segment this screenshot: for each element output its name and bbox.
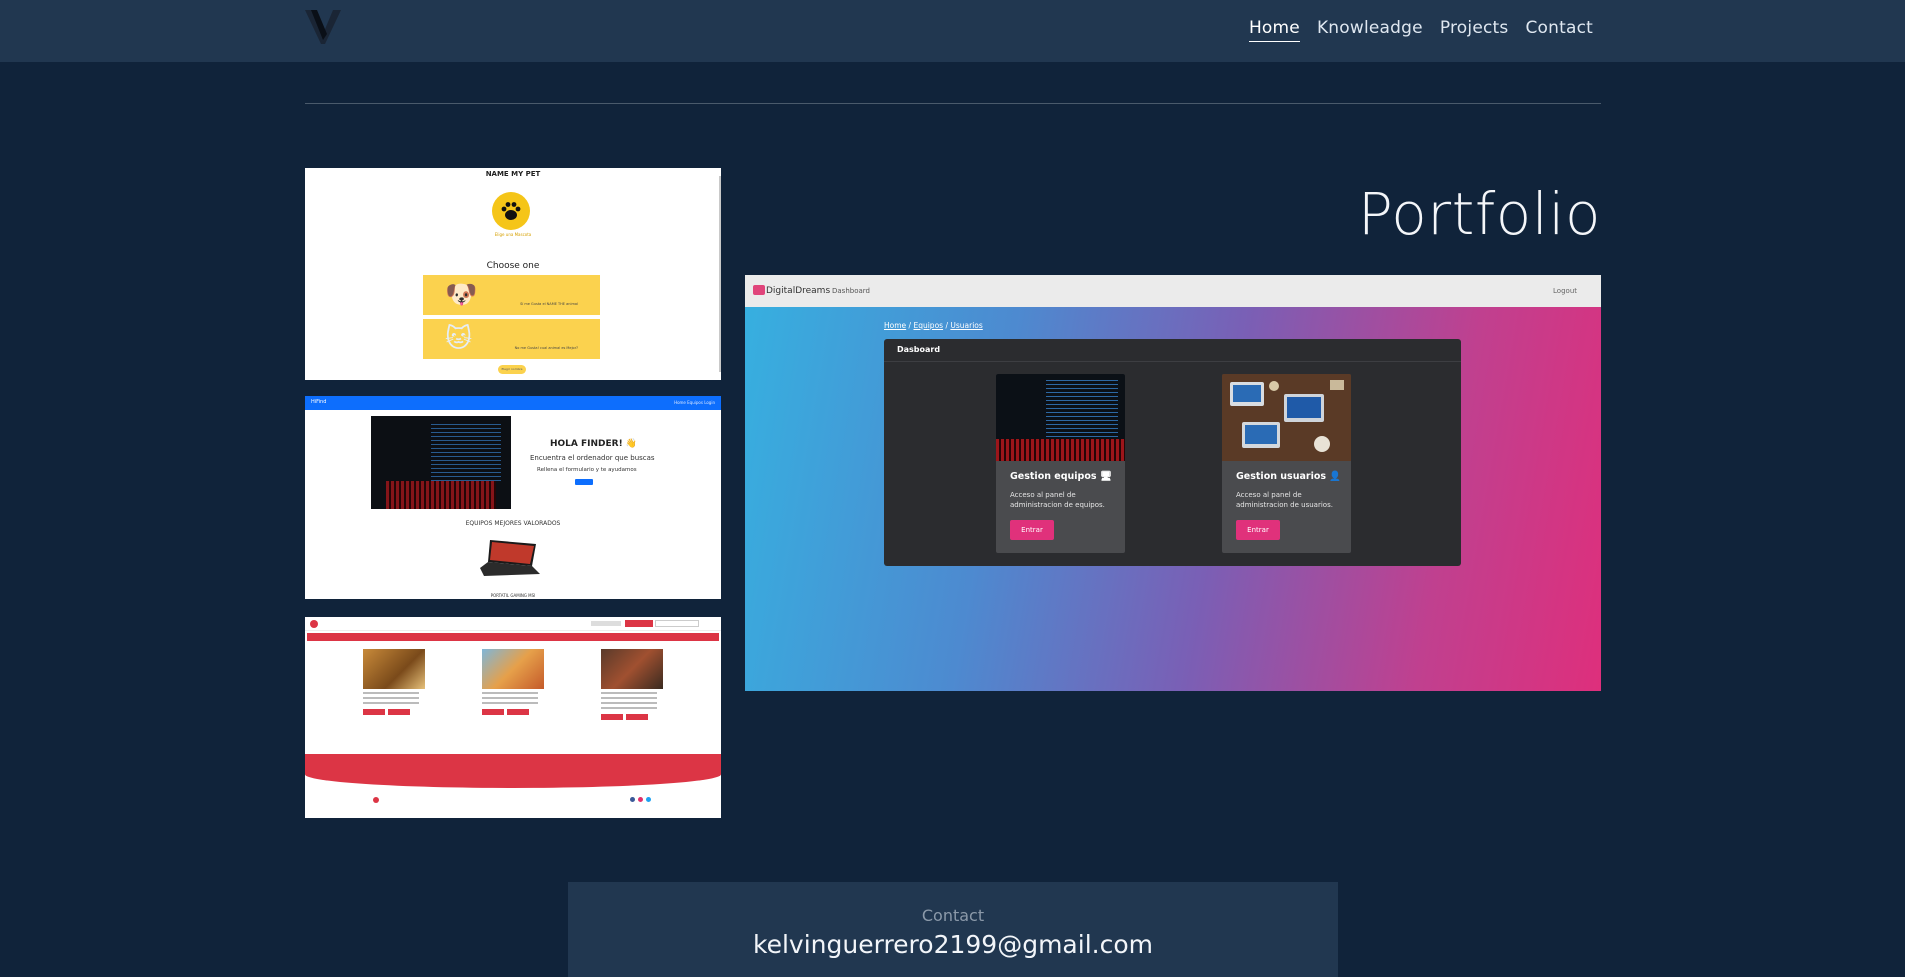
food-card xyxy=(601,649,663,720)
contact-box: Contact kelvinguerrero2199@gmail.com xyxy=(568,882,1338,977)
contact-email-link[interactable]: kelvinguerrero2199@gmail.com xyxy=(568,930,1338,959)
dd-crumb-home: Home xyxy=(884,321,907,330)
finder-carousel-image xyxy=(371,416,511,509)
dd-dashboard-link: Dashboard xyxy=(832,287,870,295)
dog-option-card: 🐶 Sí me Gusta el NAME THE animal xyxy=(423,275,600,315)
dd-card-equipos: Gestion equipos 🖥 Acceso al panel de adm… xyxy=(996,374,1125,553)
dd-panel-title: Dasboard xyxy=(897,345,941,354)
dd-navbar: DigitalDreams Dashboard Logout xyxy=(745,275,1601,307)
finder-subtitle: Encuentra el ordenador que buscas xyxy=(530,454,655,462)
finder-brand: HiFind xyxy=(311,399,327,405)
finder-section-title: EQUIPOS MEJORES VALORADOS xyxy=(465,520,561,527)
finder-product-caption: PORTATIL GAMING MSI xyxy=(490,593,536,598)
finder-nav-links: Home Equipos Login xyxy=(674,400,715,405)
dd-card-usuarios: Gestion usuarios 👤 Acceso al panel de ad… xyxy=(1222,374,1351,553)
navbar: Home Knowleadge Projects Contact xyxy=(0,0,1905,62)
nav-knowleadge-link[interactable]: Knowleadge xyxy=(1317,18,1423,42)
dd-card-desc: Acceso al panel de administracion de equ… xyxy=(1010,491,1105,509)
restaurant-footer-wave xyxy=(305,754,721,788)
cat-option-text: No me Gusta! cual animal es Mejor? xyxy=(514,346,578,350)
section-divider xyxy=(305,103,1601,104)
restaurant-navbar xyxy=(305,617,721,631)
dog-icon: 🐶 xyxy=(445,280,478,310)
dog-option-text: Sí me Gusta el NAME THE animal xyxy=(520,302,578,306)
dd-enter-button: Entrar xyxy=(1010,520,1054,540)
restaurant-banner xyxy=(307,633,719,641)
code-screen-image xyxy=(996,374,1125,461)
nav-links: Home Knowleadge Projects Contact xyxy=(1248,18,1593,42)
dd-breadcrumb: Home / Equipos / Usuarios xyxy=(884,321,983,330)
nav-projects-link[interactable]: Projects xyxy=(1440,18,1509,42)
finder-cta-button xyxy=(575,479,593,485)
dd-crumb-usuarios: Usuarios xyxy=(950,321,983,330)
project-preview-digitaldreams[interactable]: DigitalDreams Dashboard Logout Home / Eq… xyxy=(745,275,1601,691)
choose-one-heading: Choose one xyxy=(486,261,540,271)
finder-heading: HOLA FINDER! 👋 xyxy=(550,439,638,449)
dd-logout-link: Logout xyxy=(1553,287,1577,295)
portfolio-title: Portfolio xyxy=(1357,180,1601,248)
nav-contact-link[interactable]: Contact xyxy=(1525,18,1593,42)
dd-brand: DigitalDreams xyxy=(766,286,831,296)
dd-card-title: Gestion equipos 🖥 xyxy=(1010,471,1112,482)
restaurant-logo-icon xyxy=(310,620,318,628)
finder-navbar: HiFind Home Equipos Login xyxy=(305,396,721,410)
pet-app-title: NAME MY PET xyxy=(485,170,541,178)
project-thumbnail-name-my-pet[interactable]: NAME MY PET Elige una Mascota Choose one… xyxy=(305,168,721,380)
contact-label: Contact xyxy=(921,906,985,925)
project-thumbnail-restaurant[interactable] xyxy=(305,617,721,818)
laptop-image xyxy=(480,538,542,578)
cat-icon: 🐱 xyxy=(445,324,473,354)
pet-submit-button: Elegir nombre xyxy=(498,365,526,374)
paw-icon xyxy=(492,192,530,230)
food-card xyxy=(482,649,544,715)
social-icons xyxy=(630,797,651,802)
v-logo-icon[interactable] xyxy=(305,10,341,44)
project-thumbnail-hola-finder[interactable]: HiFind Home Equipos Login HOLA FINDER! 👋… xyxy=(305,396,721,599)
dd-card-desc: Acceso al panel de administracion de usu… xyxy=(1236,491,1333,509)
cat-option-card: 🐱 No me Gusta! cual animal es Mejor? xyxy=(423,319,600,359)
restaurant-footer-logo xyxy=(373,797,379,803)
dd-enter-button: Entrar xyxy=(1236,520,1280,540)
food-card xyxy=(363,649,425,715)
desk-laptops-image xyxy=(1222,374,1351,461)
thumbnail-scrollbar xyxy=(719,176,721,372)
finder-form-text: Rellena el formulario y te ayudamos xyxy=(537,467,637,473)
dd-logo-icon xyxy=(753,285,765,295)
dd-card-title: Gestion usuarios 👤 xyxy=(1236,471,1342,482)
dd-crumb-equipos: Equipos xyxy=(913,321,944,330)
pet-subtitle: Elige una Mascota xyxy=(494,232,532,237)
dd-dashboard-panel: Dasboard Gestion equipos 🖥 Acceso al pan… xyxy=(884,339,1461,566)
nav-home-link[interactable]: Home xyxy=(1248,18,1300,42)
